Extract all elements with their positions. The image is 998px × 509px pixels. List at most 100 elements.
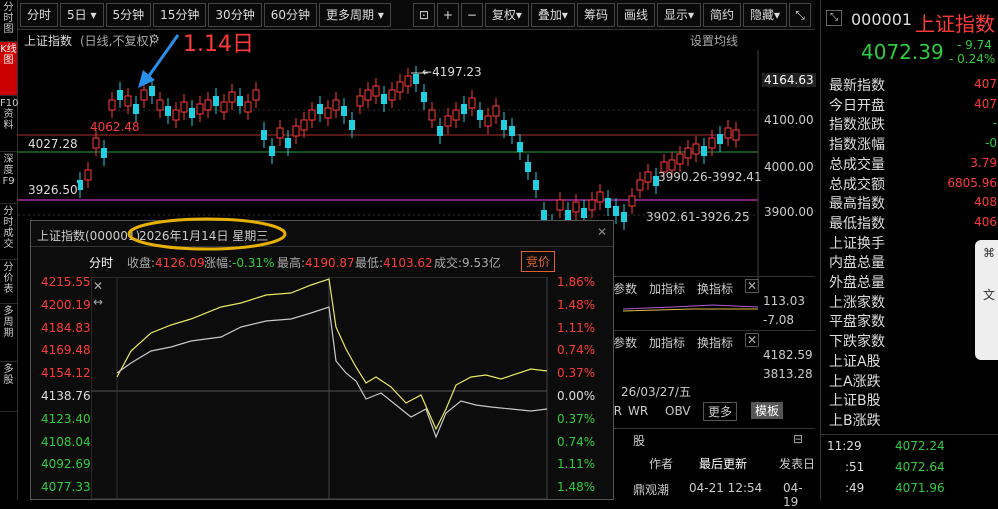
quote-label: 指数涨幅 — [829, 137, 885, 154]
plus-icon[interactable]: + — [436, 2, 459, 27]
index-price: 4072.39 — [861, 40, 944, 64]
range-label-2: 3902.61-3926.25 — [646, 210, 750, 224]
right-axis-tick: 0.00% — [557, 389, 596, 403]
fullscreen-toggle-icon[interactable]: ⤡ — [826, 10, 842, 26]
tab-price-table[interactable]: 分价表 — [0, 260, 17, 304]
close-icon[interactable]: ✕ — [597, 225, 607, 239]
col-last-update[interactable]: 最后更新 — [699, 455, 747, 472]
quote-value: 407 — [974, 77, 997, 91]
side-float-panel[interactable]: ⌘ 文 — [975, 240, 998, 360]
left-axis-tick: 4123.40 — [41, 411, 91, 426]
left-axis-tick: 4138.76 — [41, 389, 91, 403]
auction-button[interactable]: 竞价 — [521, 251, 556, 272]
yaxis-top: 4164.63 — [762, 73, 816, 87]
btn-30min[interactable]: 30分钟 — [208, 2, 262, 27]
quote-label: 指数涨跌 — [829, 117, 885, 134]
fullscreen-icon[interactable]: ⤡ — [789, 2, 812, 27]
lock-icon[interactable]: ⊡ — [412, 2, 435, 27]
index-change: - 9.74 — [957, 38, 992, 52]
btn-5min[interactable]: 5分钟 — [105, 2, 152, 27]
btn-chips[interactable]: 筹码 — [576, 2, 615, 27]
left-axis-tick: 4169.48 — [41, 343, 91, 358]
btn-more-period[interactable]: 更多周期 ▾ — [318, 2, 391, 27]
quote-label: 上B涨跌 — [829, 412, 881, 429]
quote-label: 上涨家数 — [829, 294, 885, 311]
low-label: 4062.48 — [90, 120, 140, 134]
btn-60min[interactable]: 60分钟 — [263, 2, 317, 27]
btn-simple[interactable]: 简约 — [703, 2, 742, 27]
col-post-date[interactable]: 发表日 — [779, 455, 815, 472]
close-icon[interactable]: ✕ — [745, 333, 759, 347]
btn-wr[interactable]: WR — [628, 404, 648, 418]
tick-time: :49 — [845, 481, 865, 495]
quote-label: 上证B股 — [829, 393, 881, 410]
resize-icon[interactable]: ↔ — [93, 295, 103, 309]
ma-settings-button[interactable]: 设置均线 — [690, 32, 738, 49]
index-pct: - 0.24% — [949, 52, 996, 66]
yaxis-4000: 4000.00 — [764, 160, 814, 174]
intraday-popup[interactable]: 上证指数(000001) 2026年1月14日 星期三 ✕ 分时 收盘:4126… — [30, 217, 614, 501]
btn-display[interactable]: 显示▾ — [656, 2, 702, 27]
cell-author[interactable]: 鼎观潮 — [633, 481, 669, 498]
tab-timeshare[interactable]: 分时图 — [0, 0, 17, 42]
indicator-value-4: 3813.28 — [763, 367, 813, 381]
left-axis-tick: 4154.12 — [41, 366, 91, 381]
btn-restore-rights[interactable]: 复权▾ — [484, 2, 529, 27]
tick-time: 11:29 — [827, 439, 862, 453]
zoom-icon[interactable]: ✕ — [93, 279, 103, 293]
tab-f10[interactable]: F10资料 — [0, 96, 18, 152]
right-axis-tick: 1.48% — [557, 297, 596, 312]
index-code: 000001 — [851, 10, 913, 29]
btn-template[interactable]: 模板 — [751, 402, 784, 419]
tab-multi-period[interactable]: 多周期 — [0, 304, 17, 362]
tab-switch-indicator-2[interactable]: 换指标 — [697, 334, 733, 351]
btn-5day[interactable]: 5日 ▾ — [60, 2, 104, 27]
gear-icon[interactable]: ⚙ — [149, 32, 160, 46]
left-axis-tick: 4200.19 — [41, 297, 91, 312]
tick-price: 4071.96 — [895, 481, 945, 495]
minus-icon[interactable]: − — [460, 2, 483, 27]
btn-draw[interactable]: 画线 — [616, 2, 655, 27]
btn-15min[interactable]: 15分钟 — [153, 2, 207, 27]
left-axis-tick: 4184.83 — [41, 320, 91, 335]
tab-ticks[interactable]: 分时成交 — [0, 204, 17, 260]
quote-value: - — [992, 116, 997, 131]
cell-update: 04-21 12:54 — [689, 481, 763, 495]
btn-hide[interactable]: 隐藏▾ — [743, 2, 788, 27]
quote-label: 总成交量 — [829, 156, 885, 173]
btn-more[interactable]: 更多 — [703, 402, 738, 421]
ma-label: 4027.28 — [28, 137, 78, 151]
quote-label: 最高指数 — [829, 196, 885, 213]
close-icon[interactable]: ✕ — [745, 279, 759, 293]
popup-right-axis: 1.86% 1.48% 1.11% 0.74% 0.37% 0.00% 0.37% 0.74%… — [553, 275, 613, 501]
index-name: 上证指数 — [915, 12, 995, 36]
tab-depth[interactable]: 深度F9 — [0, 152, 17, 204]
indicator-value-1: 113.03 — [763, 294, 805, 308]
btn-overlay[interactable]: 叠加▾ — [530, 2, 575, 27]
tab-kline[interactable]: K线图 — [0, 42, 17, 96]
indicator-value-2: -7.08 — [763, 313, 795, 327]
quote-value: 3.79 — [970, 155, 997, 170]
tab-add-indicator-2[interactable]: 加指标 — [649, 334, 685, 351]
chart-title: 上证指数 — [24, 34, 73, 48]
quote-value: 6805.96 — [947, 175, 997, 190]
col-author[interactable]: 作者 — [649, 455, 673, 472]
quote-label: 上A涨跌 — [829, 373, 881, 390]
indicator-value-3: 4182.59 — [763, 348, 813, 362]
left-axis-tick: 4077.33 — [41, 480, 91, 495]
tab-timeshare-popup[interactable]: 分时 — [89, 254, 113, 271]
popup-title: 上证指数(000001) — [37, 229, 141, 243]
indicator-panel-1: 参数 加指标 换指标 ✕ 113.03 -7.08 — [613, 276, 815, 334]
tick-price: 4072.64 — [895, 460, 945, 474]
left-tab-bar: 分时图 K线图 F10资料 深度F9 分时成交 分价表 多周期 多股 — [0, 0, 18, 500]
yaxis-3900: 3900.00 — [764, 205, 814, 219]
btn-timeshare[interactable]: 分时 — [20, 2, 59, 27]
tab-params-2[interactable]: 参数 — [613, 334, 637, 351]
tab-multi-stock[interactable]: 多股 — [0, 362, 17, 412]
quote-value: -0 — [985, 136, 997, 151]
btn-obv[interactable]: OBV — [665, 404, 691, 418]
quote-label: 总成交额 — [829, 176, 885, 193]
quote-label: 平盘家数 — [829, 314, 885, 331]
tick-list: 11:29 4072.24:51 4072.64:49 4071.96 — [821, 434, 998, 495]
expand-icon[interactable]: ⊟ — [793, 432, 803, 446]
